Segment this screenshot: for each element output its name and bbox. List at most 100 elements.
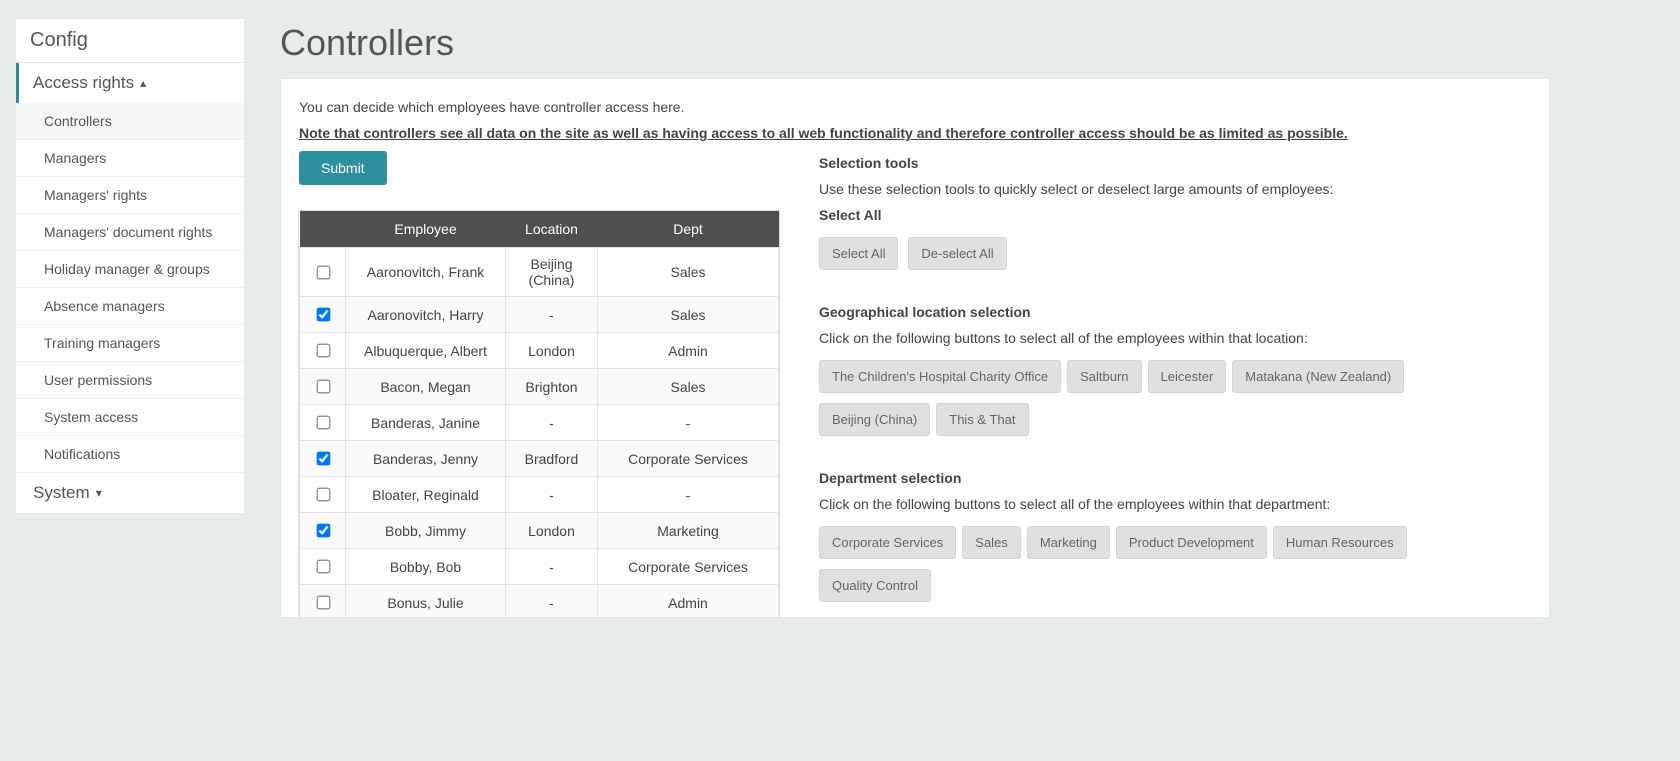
department-button[interactable]: Quality Control xyxy=(819,569,931,602)
sidebar-item[interactable]: User permissions xyxy=(16,362,244,399)
table-cell: - xyxy=(598,405,779,441)
select-all-button[interactable]: Select All xyxy=(819,237,898,270)
sidebar-item[interactable]: System access xyxy=(16,399,244,436)
sidebar-item[interactable]: Notifications xyxy=(16,436,244,473)
sidebar-item[interactable]: Holiday manager & groups xyxy=(16,251,244,288)
submit-button[interactable]: Submit xyxy=(299,151,387,185)
table-cell: Bloater, Reginald xyxy=(346,477,506,513)
sidebar-item[interactable]: Managers xyxy=(16,140,244,177)
table-cell: Bobby, Bob xyxy=(346,549,506,585)
department-button[interactable]: Sales xyxy=(962,526,1021,559)
employee-checkbox[interactable] xyxy=(316,560,330,574)
table-cell: Corporate Services xyxy=(598,441,779,477)
table-row: Bloater, Reginald-- xyxy=(300,477,779,513)
employee-checkbox[interactable] xyxy=(316,596,330,610)
table-row: Bonus, Julie-Admin xyxy=(300,585,779,619)
sidebar-group-label: Access rights xyxy=(33,73,134,93)
location-button[interactable]: Matakana (New Zealand) xyxy=(1232,360,1404,393)
selection-tools-title: Selection tools xyxy=(819,155,1527,171)
table-row: Bobby, Bob-Corporate Services xyxy=(300,549,779,585)
table-row: Aaronovitch, FrankBeijing (China)Sales xyxy=(300,248,779,297)
sidebar-group-system[interactable]: System ▾ xyxy=(16,473,244,513)
employee-checkbox[interactable] xyxy=(316,344,330,358)
table-cell: London xyxy=(506,513,598,549)
table-row: Bacon, MeganBrightonSales xyxy=(300,369,779,405)
table-header: Dept xyxy=(598,211,779,248)
deselect-all-button[interactable]: De-select All xyxy=(908,237,1006,270)
sidebar-item[interactable]: Absence managers xyxy=(16,288,244,325)
employee-checkbox[interactable] xyxy=(316,452,330,466)
table-cell: Sales xyxy=(598,297,779,333)
table-cell: - xyxy=(598,477,779,513)
page-title: Controllers xyxy=(280,22,1550,64)
table-cell: Banderas, Jenny xyxy=(346,441,506,477)
table-cell: London xyxy=(506,333,598,369)
sidebar-list: ControllersManagersManagers' rightsManag… xyxy=(16,103,244,473)
sidebar-item[interactable]: Controllers xyxy=(16,103,244,140)
employee-table: EmployeeLocationDept Aaronovitch, FrankB… xyxy=(299,211,779,618)
table-cell: Sales xyxy=(598,248,779,297)
department-button[interactable]: Human Resources xyxy=(1273,526,1407,559)
department-button[interactable]: Corporate Services xyxy=(819,526,956,559)
table-cell: Bacon, Megan xyxy=(346,369,506,405)
sidebar-item[interactable]: Managers' rights xyxy=(16,177,244,214)
sidebar-item[interactable]: Managers' document rights xyxy=(16,214,244,251)
table-cell: Corporate Services xyxy=(598,549,779,585)
note-text: Note that controllers see all data on th… xyxy=(299,125,1527,141)
table-cell: Admin xyxy=(598,333,779,369)
table-cell: Albuquerque, Albert xyxy=(346,333,506,369)
table-cell: Aaronovitch, Frank xyxy=(346,248,506,297)
geo-selection-desc: Click on the following buttons to select… xyxy=(819,330,1527,346)
dept-selection-desc: Click on the following buttons to select… xyxy=(819,496,1527,512)
table-cell: - xyxy=(506,585,598,619)
employee-checkbox[interactable] xyxy=(316,488,330,502)
selection-tools-desc: Use these selection tools to quickly sel… xyxy=(819,181,1527,197)
intro-text: You can decide which employees have cont… xyxy=(299,99,1527,115)
employee-checkbox[interactable] xyxy=(316,380,330,394)
table-cell: - xyxy=(506,477,598,513)
table-cell: Aaronovitch, Harry xyxy=(346,297,506,333)
employee-checkbox[interactable] xyxy=(316,308,330,322)
table-header: Location xyxy=(506,211,598,248)
sidebar-item[interactable]: Training managers xyxy=(16,325,244,362)
dept-selection-title: Department selection xyxy=(819,470,1527,486)
table-row: Banderas, Janine-- xyxy=(300,405,779,441)
sidebar-group-access-rights[interactable]: Access rights ▴ xyxy=(16,63,244,103)
select-all-heading: Select All xyxy=(819,207,1527,223)
table-row: Albuquerque, AlbertLondonAdmin xyxy=(300,333,779,369)
table-cell: - xyxy=(506,549,598,585)
table-cell: - xyxy=(506,405,598,441)
table-cell: Brighton xyxy=(506,369,598,405)
table-cell: Bobb, Jimmy xyxy=(346,513,506,549)
table-cell: Marketing xyxy=(598,513,779,549)
table-cell: Bonus, Julie xyxy=(346,585,506,619)
table-cell: Admin xyxy=(598,585,779,619)
employee-checkbox[interactable] xyxy=(316,265,330,279)
content-panel[interactable]: You can decide which employees have cont… xyxy=(280,78,1550,618)
location-button[interactable]: The Children's Hospital Charity Office xyxy=(819,360,1061,393)
employee-checkbox[interactable] xyxy=(316,524,330,538)
table-cell: Beijing (China) xyxy=(506,248,598,297)
table-header: Employee xyxy=(346,211,506,248)
table-row: Aaronovitch, Harry-Sales xyxy=(300,297,779,333)
department-button[interactable]: Product Development xyxy=(1116,526,1267,559)
triangle-up-icon: ▴ xyxy=(140,76,146,90)
table-cell: Banderas, Janine xyxy=(346,405,506,441)
geo-selection-title: Geographical location selection xyxy=(819,304,1527,320)
location-button[interactable]: Saltburn xyxy=(1067,360,1141,393)
table-cell: - xyxy=(506,297,598,333)
triangle-down-icon: ▾ xyxy=(96,486,102,500)
location-button[interactable]: This & That xyxy=(936,403,1028,436)
employee-checkbox[interactable] xyxy=(316,416,330,430)
table-row: Banderas, JennyBradfordCorporate Service… xyxy=(300,441,779,477)
main-content: Controllers You can decide which employe… xyxy=(280,18,1550,618)
sidebar: Config Access rights ▴ ControllersManage… xyxy=(15,18,245,514)
sidebar-group-label: System xyxy=(33,483,90,503)
department-button[interactable]: Marketing xyxy=(1027,526,1110,559)
table-cell: Sales xyxy=(598,369,779,405)
location-button[interactable]: Leicester xyxy=(1148,360,1227,393)
table-row: Bobb, JimmyLondonMarketing xyxy=(300,513,779,549)
sidebar-top-config[interactable]: Config xyxy=(16,19,244,63)
table-header xyxy=(300,211,346,248)
location-button[interactable]: Beijing (China) xyxy=(819,403,930,436)
